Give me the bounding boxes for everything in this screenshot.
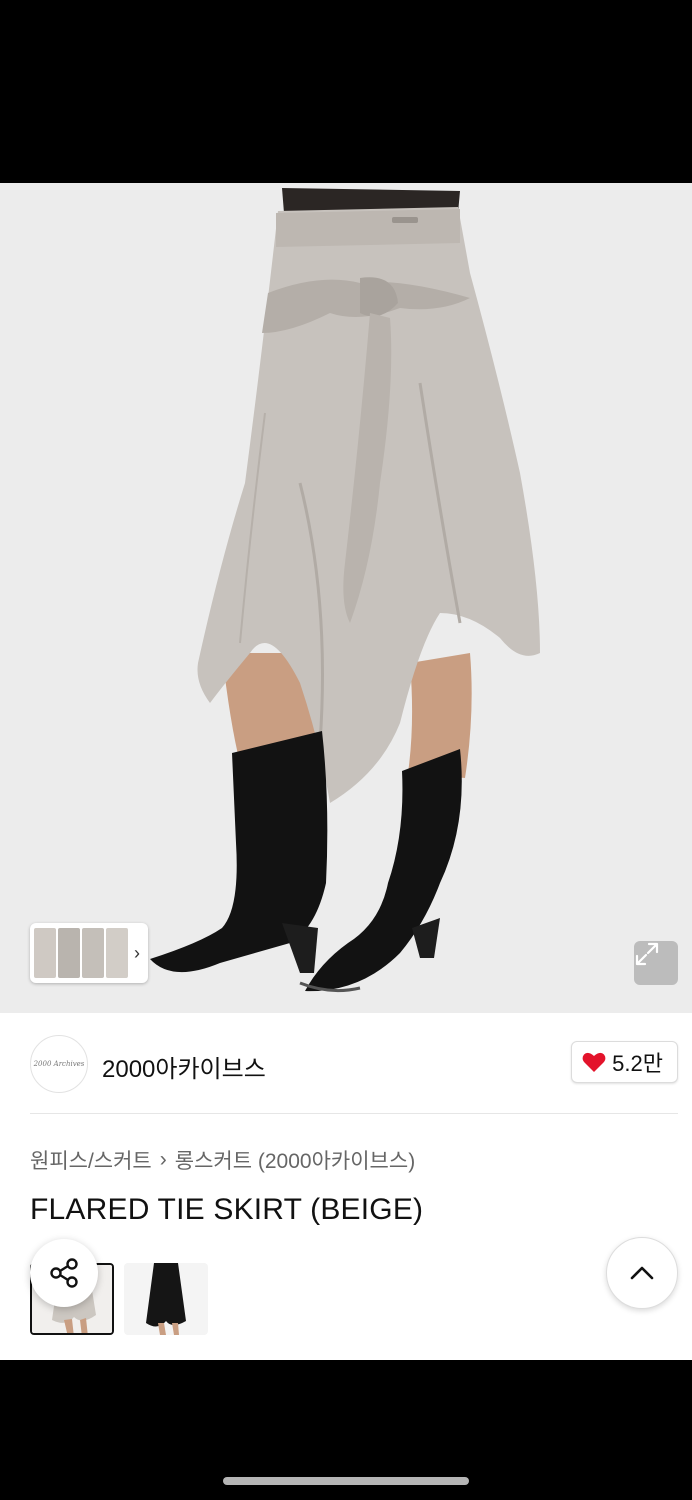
chevron-right-icon[interactable]: › — [134, 943, 140, 964]
breadcrumb-separator: › — [159, 1148, 167, 1171]
image-thumbnail-strip[interactable]: › — [30, 923, 148, 983]
share-icon — [50, 1258, 78, 1288]
shop-name[interactable]: 2000아카이브스 — [102, 1049, 266, 1084]
variant-thumbnail-black[interactable] — [124, 1263, 208, 1335]
expand-image-button[interactable] — [634, 941, 678, 985]
thumbnail-image[interactable] — [82, 928, 104, 978]
breadcrumb-category[interactable]: 원피스/스커트 — [30, 1145, 152, 1175]
thumbnail-image[interactable] — [34, 928, 56, 978]
product-page: › 2000 Archives 2000아카이브스 5.2만 원피스/스커트 ›… — [0, 183, 692, 1360]
thumbnail-image[interactable] — [58, 928, 80, 978]
share-button[interactable] — [30, 1239, 98, 1307]
product-main-image[interactable]: › — [0, 183, 692, 1013]
variant-image — [124, 1263, 208, 1335]
shop-logo-text: 2000 Archives — [33, 1060, 85, 1068]
heart-icon — [582, 1052, 606, 1072]
shop-logo[interactable]: 2000 Archives — [30, 1035, 88, 1093]
skirt-photo — [0, 183, 692, 1013]
expand-icon — [635, 942, 659, 966]
scroll-to-top-button[interactable] — [606, 1237, 678, 1309]
breadcrumb: 원피스/스커트 › 롱스커트 (2000아카이브스) — [30, 1145, 415, 1175]
home-indicator[interactable] — [223, 1477, 469, 1485]
product-title: FLARED TIE SKIRT (BEIGE) — [30, 1193, 424, 1226]
status-area — [0, 0, 692, 183]
divider — [30, 1113, 678, 1114]
like-button[interactable]: 5.2만 — [571, 1041, 678, 1083]
like-count: 5.2만 — [612, 1051, 663, 1076]
chevron-up-icon — [630, 1266, 654, 1280]
thumbnail-image[interactable] — [106, 928, 128, 978]
shop-info-row: 2000 Archives 2000아카이브스 5.2만 — [30, 1033, 678, 1093]
breadcrumb-subcategory[interactable]: 롱스커트 (2000아카이브스) — [175, 1145, 415, 1175]
